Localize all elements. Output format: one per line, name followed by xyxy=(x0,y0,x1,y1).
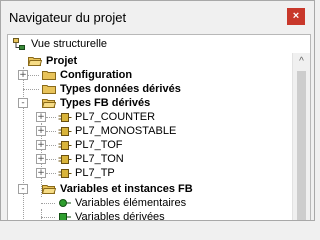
tree-item-types-donnees-derives[interactable]: Types données dérivés xyxy=(8,82,298,96)
function-block-icon xyxy=(58,169,72,178)
tree-connector xyxy=(46,159,56,160)
tree-item-configuration[interactable]: + Configuration xyxy=(8,68,298,82)
close-button[interactable]: × xyxy=(287,8,305,25)
tree-item-projet[interactable]: Projet xyxy=(8,54,298,68)
title-bar[interactable]: Navigateur du projet × xyxy=(1,1,314,31)
structure-view-icon xyxy=(13,38,25,50)
tree-item-pl7-tof[interactable]: + PL7_TOF xyxy=(8,138,298,152)
tree-item-label: Projet xyxy=(46,55,78,67)
scroll-up-icon[interactable]: ^ xyxy=(293,53,310,70)
folder-icon xyxy=(42,71,56,80)
tree-item-label: Variables dérivées xyxy=(75,211,165,221)
expand-icon[interactable]: + xyxy=(18,70,28,80)
tree-item-label: PL7_TON xyxy=(75,153,124,165)
expand-icon[interactable]: + xyxy=(36,112,46,122)
window-title: Navigateur du projet xyxy=(9,10,127,25)
collapse-icon[interactable]: - xyxy=(18,98,28,108)
tree-item-label: Types données dérivés xyxy=(60,83,181,95)
tree-item-variables-elementaires[interactable]: Variables élémentaires xyxy=(8,196,298,210)
tree-connector xyxy=(46,131,56,132)
tree-item-label: Variables élémentaires xyxy=(75,197,187,209)
tree-item-variables-et-instances-fb[interactable]: - Variables et instances FB xyxy=(8,182,298,196)
tree-item-variables-derivees[interactable]: Variables dérivées xyxy=(8,210,298,221)
tree-item-label: Types FB dérivés xyxy=(60,97,151,109)
tree-item-label: PL7_TP xyxy=(75,167,115,179)
derived-variable-icon xyxy=(59,213,71,220)
tree-connector xyxy=(41,217,55,218)
tree-item-types-fb-derives[interactable]: - Types FB dérivés xyxy=(8,96,298,110)
folder-icon xyxy=(42,85,56,94)
tree-item-label: PL7_MONOSTABLE xyxy=(75,125,177,137)
collapse-icon[interactable]: - xyxy=(18,184,28,194)
tree-connector xyxy=(41,203,55,204)
tree-item-label: Variables et instances FB xyxy=(60,183,193,195)
tree-item-label: Configuration xyxy=(60,69,133,81)
tree-item-label: PL7_TOF xyxy=(75,139,123,151)
function-block-icon xyxy=(58,141,72,150)
elementary-variable-icon xyxy=(59,199,71,207)
expand-icon[interactable]: + xyxy=(36,168,46,178)
open-folder-icon xyxy=(42,185,56,194)
scroll-thumb[interactable] xyxy=(297,71,306,220)
open-folder-icon xyxy=(28,57,42,66)
view-selector-label: Vue structurelle xyxy=(31,38,108,50)
tree-item-pl7-tp[interactable]: + PL7_TP xyxy=(8,166,298,180)
function-block-icon xyxy=(58,113,72,122)
expand-icon[interactable]: + xyxy=(36,154,46,164)
function-block-icon xyxy=(58,155,72,164)
tree-connector xyxy=(23,89,39,90)
tree-item-pl7-counter[interactable]: + PL7_COUNTER xyxy=(8,110,298,124)
project-browser-window: Navigateur du projet × Vue structurelle … xyxy=(0,0,315,221)
view-selector[interactable]: Vue structurelle xyxy=(7,34,311,54)
tree-item-pl7-monostable[interactable]: + PL7_MONOSTABLE xyxy=(8,124,298,138)
project-tree[interactable]: Projet + Configuration Types données dér… xyxy=(7,53,311,221)
expand-icon[interactable]: + xyxy=(36,140,46,150)
tree-item-label: PL7_COUNTER xyxy=(75,111,156,123)
vertical-scrollbar[interactable]: ^ xyxy=(292,53,310,220)
function-block-icon xyxy=(58,127,72,136)
tree-connector xyxy=(46,117,56,118)
expand-icon[interactable]: + xyxy=(36,126,46,136)
tree-connector xyxy=(46,145,56,146)
tree-connector xyxy=(46,173,56,174)
open-folder-icon xyxy=(42,99,56,108)
tree-item-pl7-ton[interactable]: + PL7_TON xyxy=(8,152,298,166)
